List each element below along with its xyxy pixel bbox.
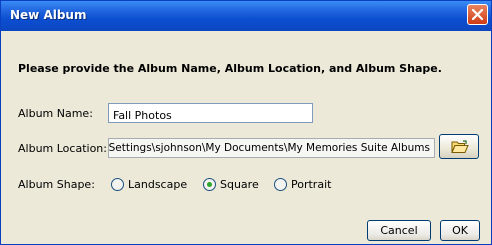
ok-button[interactable]: OK: [440, 220, 480, 241]
radio-landscape-label[interactable]: Landscape: [128, 178, 187, 191]
album-location-field[interactable]: C:\Documents and Settings\sjohnson\My Do…: [108, 138, 435, 158]
close-icon: [472, 9, 483, 20]
radio-portrait[interactable]: [274, 178, 287, 191]
radio-square-label[interactable]: Square: [220, 178, 259, 191]
album-name-field[interactable]: [108, 103, 313, 125]
instruction-text: Please provide the Album Name, Album Loc…: [18, 62, 442, 75]
close-button[interactable]: [467, 4, 488, 25]
browse-location-button[interactable]: [439, 134, 479, 159]
dialog-title: New Album: [10, 8, 87, 22]
radio-portrait-label[interactable]: Portrait: [291, 178, 331, 191]
radio-square[interactable]: [203, 178, 216, 191]
title-bar[interactable]: New Album: [1, 1, 491, 31]
album-location-label: Album Location:: [18, 142, 107, 155]
album-name-label: Album Name:: [18, 107, 93, 120]
cancel-button[interactable]: Cancel: [367, 220, 431, 241]
album-shape-label: Album Shape:: [18, 178, 95, 191]
album-location-value: C:\Documents and Settings\sjohnson\My Do…: [108, 142, 430, 154]
album-name-input[interactable]: [109, 106, 311, 125]
radio-landscape[interactable]: [111, 178, 124, 191]
new-album-dialog: New Album Please provide the Album Name,…: [0, 0, 492, 245]
folder-open-icon: [451, 140, 469, 153]
